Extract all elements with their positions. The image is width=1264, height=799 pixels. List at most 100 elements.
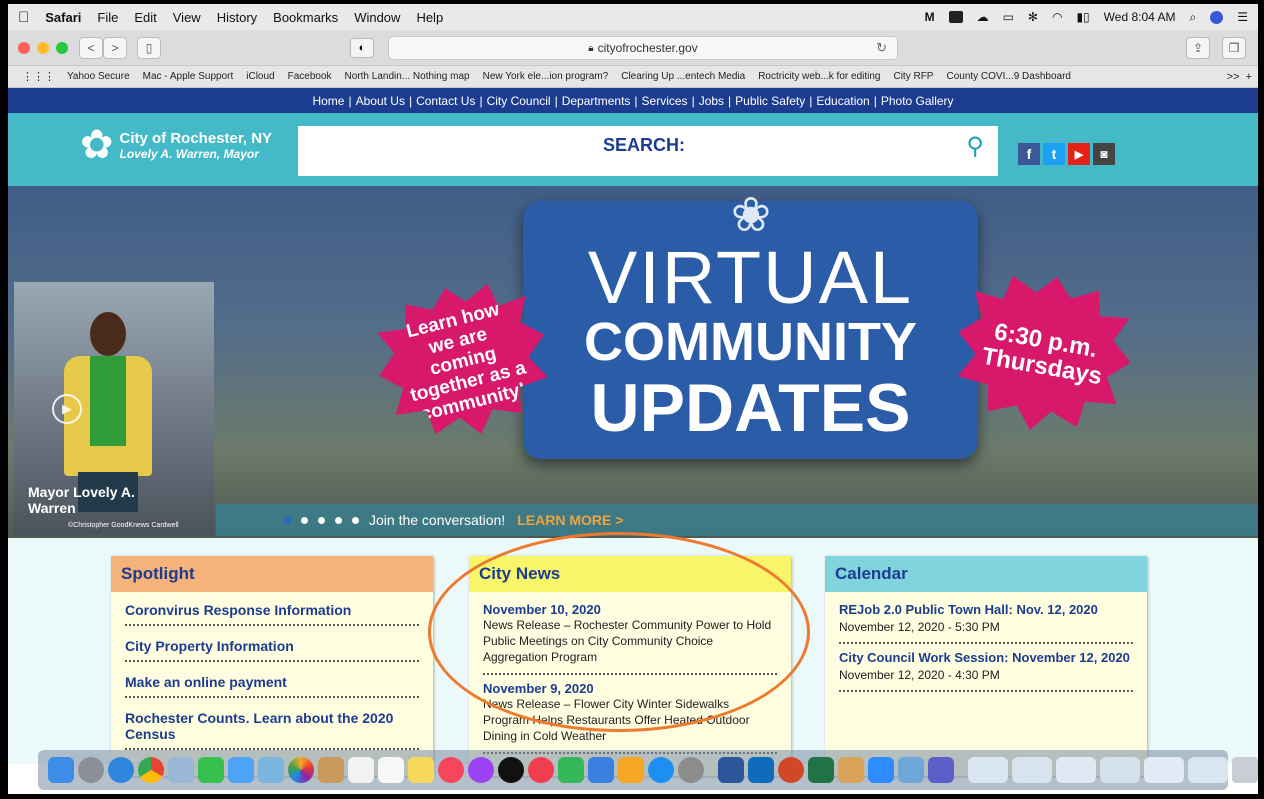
play-video-icon[interactable]: ▶ <box>52 394 82 424</box>
spotlight-link[interactable]: Rochester Counts. Learn about the 2020 C… <box>125 704 419 750</box>
outlook-icon[interactable] <box>748 757 774 783</box>
sidebar-toggle-icon[interactable]: ▯ <box>137 36 161 59</box>
spotlight-link[interactable]: Coronvirus Response Information <box>125 596 419 626</box>
document-thumbnail-icon[interactable] <box>1012 757 1052 783</box>
menu-edit[interactable]: Edit <box>134 10 156 25</box>
close-window-button[interactable] <box>18 41 30 54</box>
spotlight-link[interactable]: City Property Information <box>125 632 419 662</box>
bookmark-item[interactable]: County COVI...9 Dashboard <box>946 71 1071 82</box>
hero-banner[interactable]: ▶ Mayor Lovely A. Warren ©Christopher Go… <box>8 186 1258 538</box>
malwarebytes-icon[interactable]: M <box>925 10 935 24</box>
nav-photo-gallery[interactable]: Photo Gallery <box>881 94 954 108</box>
nav-home[interactable]: Home <box>312 94 344 108</box>
document-thumbnail-icon[interactable] <box>1100 757 1140 783</box>
facetime-icon[interactable] <box>198 757 224 783</box>
keynote-icon[interactable] <box>588 757 614 783</box>
system-preferences-icon[interactable] <box>678 757 704 783</box>
calendar-icon[interactable] <box>348 757 374 783</box>
numbers-icon[interactable] <box>558 757 584 783</box>
bookmark-item[interactable]: iCloud <box>246 71 274 82</box>
launchpad-icon[interactable] <box>78 757 104 783</box>
calendar-event-title[interactable]: REJob 2.0 Public Town Hall: Nov. 12, 202… <box>839 602 1133 618</box>
carousel-dot[interactable] <box>301 516 308 524</box>
apple-tv-icon[interactable] <box>498 757 524 783</box>
photos-icon[interactable] <box>288 757 314 783</box>
excel-icon[interactable] <box>808 757 834 783</box>
teams-icon[interactable] <box>928 757 954 783</box>
privacy-shield-icon[interactable]: ◐ <box>350 38 374 58</box>
menu-window[interactable]: Window <box>354 10 400 25</box>
news-date[interactable]: November 10, 2020 <box>483 602 777 617</box>
screen-sharing-icon[interactable] <box>898 757 924 783</box>
apple-menu-icon[interactable]:  <box>18 9 29 26</box>
bookmark-item[interactable]: North Landin... Nothing map <box>345 71 470 82</box>
calendar-item[interactable]: REJob 2.0 Public Town Hall: Nov. 12, 202… <box>839 596 1133 644</box>
nav-about-us[interactable]: About Us <box>356 94 405 108</box>
calendar-item[interactable]: City Council Work Session: November 12, … <box>839 644 1133 692</box>
contacts-icon[interactable] <box>318 757 344 783</box>
cloud-icon[interactable]: ☁ <box>977 10 989 24</box>
document-thumbnail-icon[interactable] <box>1056 757 1096 783</box>
nav-contact-us[interactable]: Contact Us <box>416 94 475 108</box>
preview-icon[interactable] <box>168 757 194 783</box>
safari-icon[interactable] <box>108 757 134 783</box>
calendar-event-title[interactable]: City Council Work Session: November 12, … <box>839 650 1133 666</box>
chrome-icon[interactable] <box>138 757 164 783</box>
carousel-dot[interactable] <box>284 516 291 524</box>
bookmark-item[interactable]: Yahoo Secure <box>67 71 130 82</box>
app-store-icon[interactable] <box>648 757 674 783</box>
nav-services[interactable]: Services <box>642 94 688 108</box>
nav-departments[interactable]: Departments <box>562 94 631 108</box>
bookmarks-overflow-button[interactable]: >> + <box>1227 71 1252 83</box>
search-icon[interactable]: ⚲ <box>966 132 984 161</box>
zoom-window-button[interactable] <box>56 41 68 54</box>
learn-more-link[interactable]: LEARN MORE > <box>517 512 623 528</box>
bookmarks-grid-icon[interactable]: ⋮⋮⋮ <box>22 70 55 83</box>
screen-record-icon[interactable] <box>948 11 963 23</box>
bookmark-item[interactable]: Facebook <box>288 71 332 82</box>
battery-icon[interactable]: ▮▯ <box>1076 10 1089 24</box>
clock[interactable]: Wed 8:04 AM <box>1104 10 1176 24</box>
bluetooth-icon[interactable]: ✻ <box>1028 10 1038 24</box>
news-text[interactable]: News Release – Flower City Winter Sidewa… <box>483 696 777 744</box>
bookmark-item[interactable]: City RFP <box>893 71 933 82</box>
instagram-icon[interactable]: ◙ <box>1093 143 1115 165</box>
menu-bookmarks[interactable]: Bookmarks <box>273 10 338 25</box>
wifi-icon[interactable]: ◠ <box>1052 10 1062 24</box>
powerpoint-icon[interactable] <box>778 757 804 783</box>
document-thumbnail-icon[interactable] <box>1188 757 1228 783</box>
twitter-icon[interactable]: t <box>1043 143 1065 165</box>
news-item[interactable]: November 9, 2020 News Release – Flower C… <box>483 675 777 754</box>
podcasts-icon[interactable] <box>468 757 494 783</box>
nav-education[interactable]: Education <box>816 94 869 108</box>
city-logo[interactable]: ✿ City of Rochester, NY Lovely A. Warren… <box>80 125 272 165</box>
reminders-icon[interactable] <box>378 757 404 783</box>
nav-public-safety[interactable]: Public Safety <box>735 94 805 108</box>
news-icon[interactable] <box>528 757 554 783</box>
photo-booth-icon[interactable] <box>258 757 284 783</box>
menu-help[interactable]: Help <box>416 10 443 25</box>
carousel-dot[interactable] <box>335 516 342 524</box>
document-thumbnail-icon[interactable] <box>1144 757 1184 783</box>
menu-history[interactable]: History <box>217 10 257 25</box>
share-icon[interactable]: ⇪ <box>1186 37 1210 59</box>
facebook-icon[interactable]: f <box>1018 143 1040 165</box>
zoom-icon[interactable] <box>868 757 894 783</box>
carousel-dot[interactable] <box>352 516 359 524</box>
search-input[interactable]: SEARCH: ⚲ <box>298 126 998 176</box>
news-item[interactable]: November 10, 2020 News Release – Rochest… <box>483 596 777 675</box>
messages-icon[interactable] <box>228 757 254 783</box>
minimize-window-button[interactable] <box>37 41 49 54</box>
news-date[interactable]: November 9, 2020 <box>483 681 777 696</box>
bookmark-item[interactable]: Mac - Apple Support <box>143 71 234 82</box>
siri-icon[interactable] <box>1210 10 1224 24</box>
reload-icon[interactable]: ↻ <box>876 40 887 56</box>
carousel-dot[interactable] <box>318 516 325 524</box>
forward-button[interactable]: > <box>103 36 127 59</box>
music-icon[interactable] <box>438 757 464 783</box>
back-button[interactable]: < <box>79 36 103 59</box>
pages-icon[interactable] <box>618 757 644 783</box>
finder-icon[interactable] <box>48 757 74 783</box>
bookmark-item[interactable]: New York ele...ion program? <box>483 71 609 82</box>
bookmark-item[interactable]: Roctricity web...k for editing <box>758 71 880 82</box>
